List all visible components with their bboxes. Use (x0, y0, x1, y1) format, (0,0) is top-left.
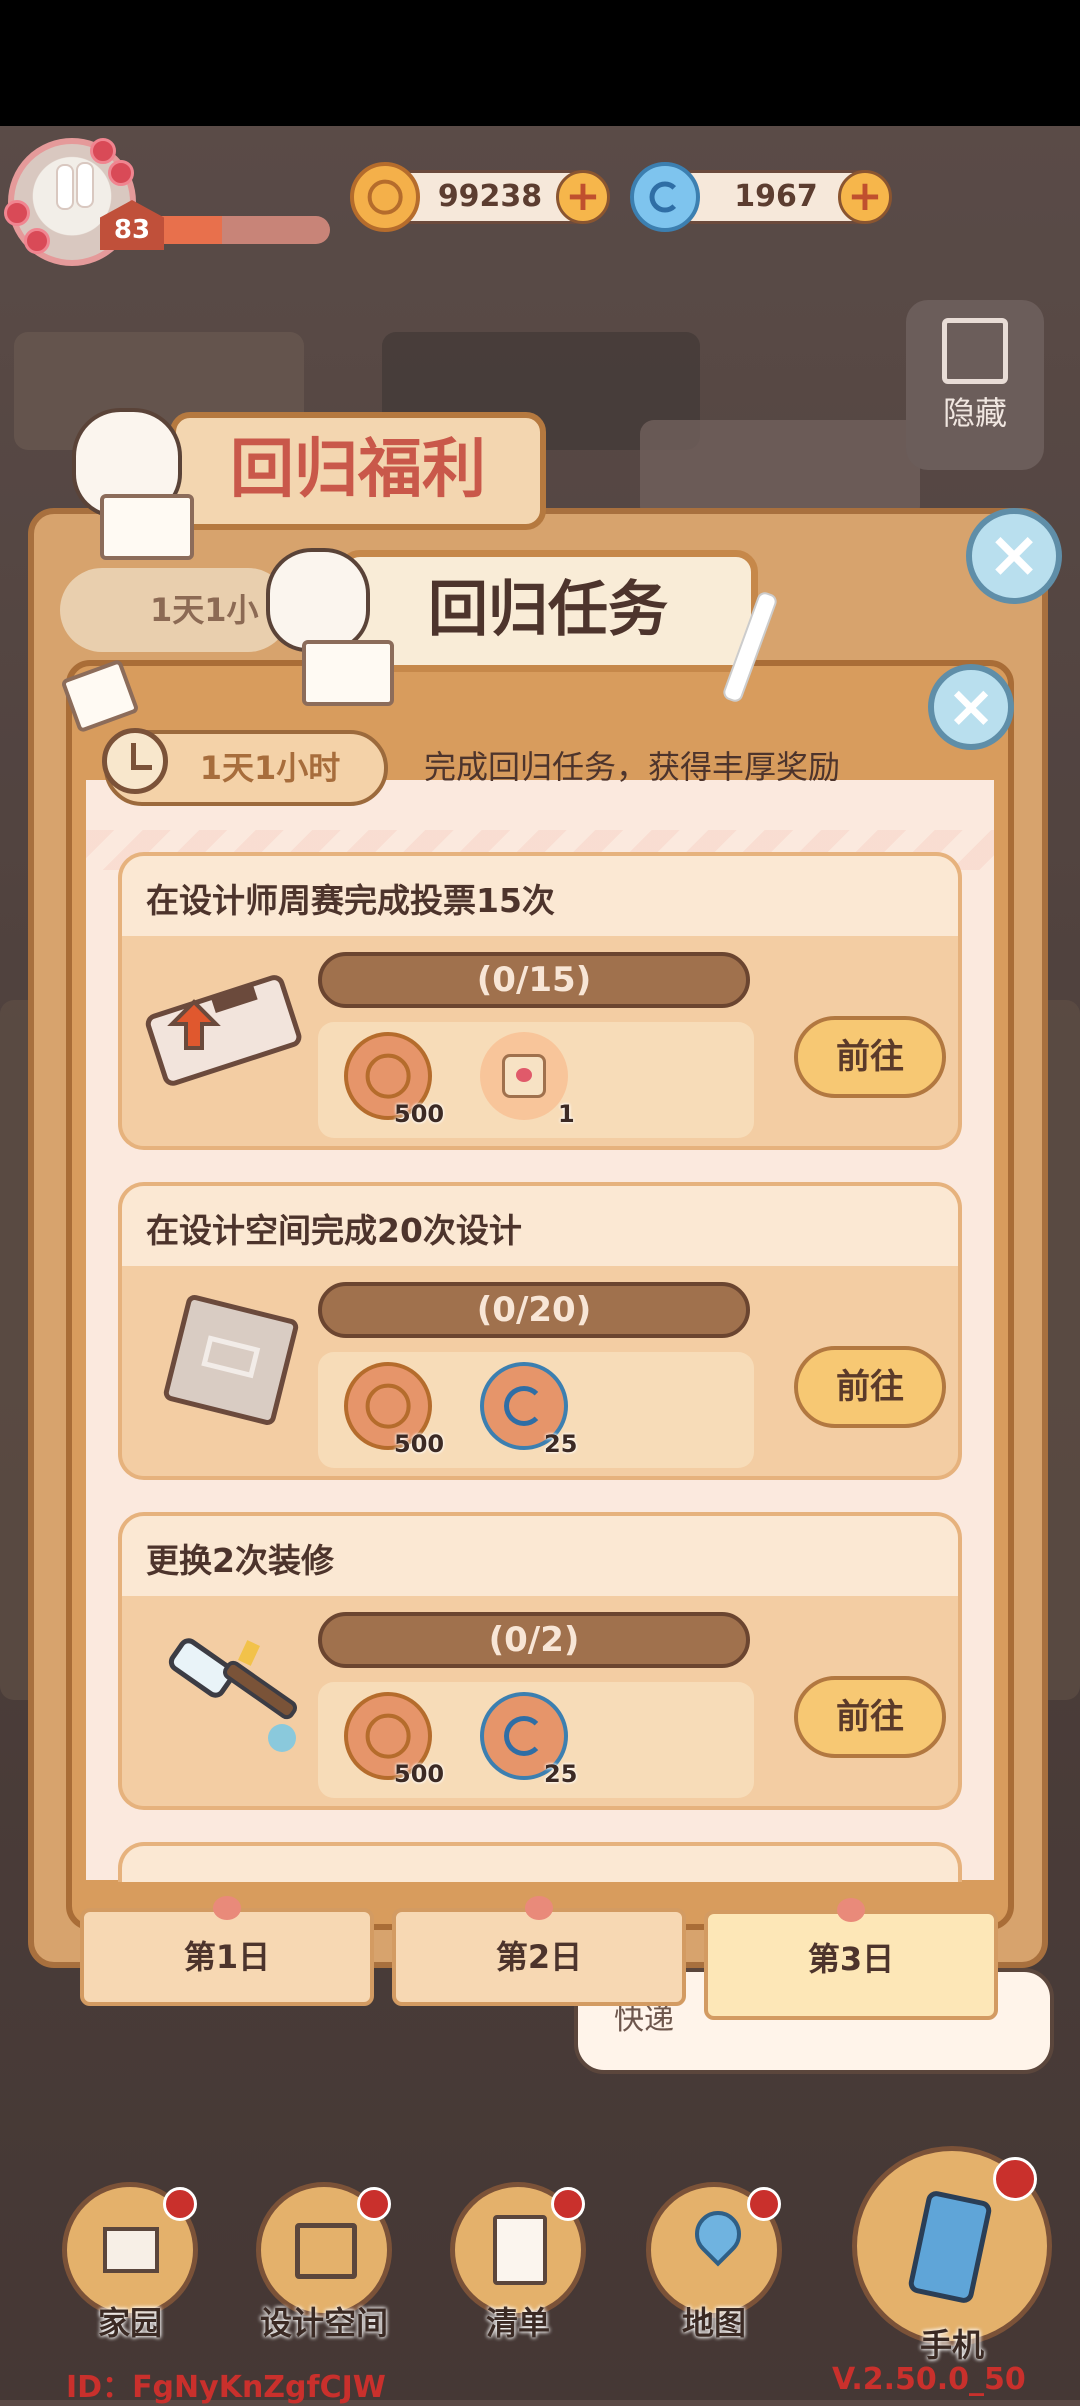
add-gems-button[interactable]: + (838, 170, 892, 224)
tab-day-1-label: 第1日 (183, 1938, 271, 1976)
return-benefits-title: 回归福利 (170, 412, 546, 530)
close-benefits-button[interactable]: × (966, 508, 1062, 604)
task-progress: (0/2) (318, 1612, 750, 1668)
tab-day-1[interactable]: 第1日 (80, 1896, 374, 2006)
return-benefits-timer: 1天1小 (60, 568, 290, 652)
nav-list-label: 清单 (485, 2304, 550, 2342)
bunny-ear-icon (56, 164, 74, 210)
rose-icon (108, 160, 134, 186)
envelope-icon (100, 494, 194, 560)
notification-dot (747, 2187, 781, 2221)
coin-icon (350, 162, 420, 232)
map-pin-icon (685, 2201, 751, 2267)
close-tasks-button[interactable]: × (928, 664, 1014, 750)
task-card: 更换2次装修 (0/2) 500 25 前往 (118, 1512, 962, 1810)
nav-phone-button[interactable] (852, 2146, 1052, 2346)
clock-icon (102, 728, 168, 794)
nav-map-label: 地图 (681, 2304, 746, 2342)
rose-icon (24, 228, 50, 254)
reward-amount: 500 (394, 1430, 445, 1458)
paw-icon (525, 1896, 553, 1920)
go-button[interactable]: 前往 (794, 1016, 946, 1098)
task-progress: (0/20) (318, 1282, 750, 1338)
task-title: 更换2次装修 (146, 1541, 334, 1580)
reward-box: 500 1 (318, 1022, 754, 1138)
tab-day-2-label: 第2日 (495, 1938, 583, 1976)
task-progress: (0/15) (318, 952, 750, 1008)
status-bar (0, 0, 1080, 126)
tab-day-3-label: 第3日 (807, 1940, 895, 1978)
notification-dot (357, 2187, 391, 2221)
notification-dot (993, 2157, 1037, 2201)
blueprint-icon (163, 1295, 299, 1425)
go-button[interactable]: 前往 (794, 1676, 946, 1758)
paw-icon (837, 1898, 865, 1922)
task-card: 在设计师周赛完成投票15次 (0/15) 500 1 前往 (118, 852, 962, 1150)
tab-day-2[interactable]: 第2日 (392, 1896, 686, 2006)
player-id: ID：FgNyKnZgfCJW (66, 2370, 386, 2405)
paintbrush-icon (168, 1638, 297, 1752)
bunny-ear-icon (76, 162, 94, 208)
cat-mascot-icon (266, 548, 370, 652)
reward-box: 500 25 (318, 1352, 754, 1468)
go-button[interactable]: 前往 (794, 1346, 946, 1428)
nav-phone-label: 手机 (919, 2326, 984, 2364)
reward-amount: 1 (558, 1100, 575, 1128)
phone-icon (906, 2189, 994, 2305)
frame-icon (942, 318, 1008, 384)
ticket-icon (145, 975, 302, 1086)
reward-amount: 500 (394, 1100, 445, 1128)
ruler-icon (295, 2223, 357, 2279)
house-icon (103, 2227, 159, 2273)
task-card-partial (118, 1842, 962, 1882)
notification-dot (163, 2187, 197, 2221)
task-title: 在设计师周赛完成投票15次 (146, 881, 555, 920)
notification-dot (551, 2187, 585, 2221)
rose-icon (90, 138, 116, 164)
task-description: 完成回归任务，获得丰厚奖励 (424, 748, 841, 786)
gem-icon (630, 162, 700, 232)
task-title: 在设计空间完成20次设计 (146, 1211, 522, 1250)
reward-amount: 25 (544, 1430, 578, 1458)
paw-icon (213, 1896, 241, 1920)
nav-design-space-label: 设计空间 (259, 2304, 388, 2342)
task-card: 在设计空间完成20次设计 (0/20) 500 25 前往 (118, 1182, 962, 1480)
add-coins-button[interactable]: + (556, 170, 610, 224)
hide-ui-button[interactable]: 隐藏 (906, 300, 1044, 470)
version-label: V.2.50.0_50 (832, 2362, 1026, 2397)
return-tasks-title: 回归任务 (338, 550, 758, 672)
xp-bar (150, 216, 330, 244)
tab-day-3[interactable]: 第3日 (704, 1898, 998, 2020)
reward-amount: 25 (544, 1760, 578, 1788)
list-icon (493, 2215, 547, 2285)
reward-amount: 500 (394, 1760, 445, 1788)
paw-card-icon (480, 1032, 568, 1120)
reward-box: 500 25 (318, 1682, 754, 1798)
rose-icon (4, 200, 30, 226)
hide-ui-label: 隐藏 (942, 394, 1007, 432)
envelope-icon (302, 640, 394, 706)
nav-home-label: 家园 (97, 2304, 162, 2342)
